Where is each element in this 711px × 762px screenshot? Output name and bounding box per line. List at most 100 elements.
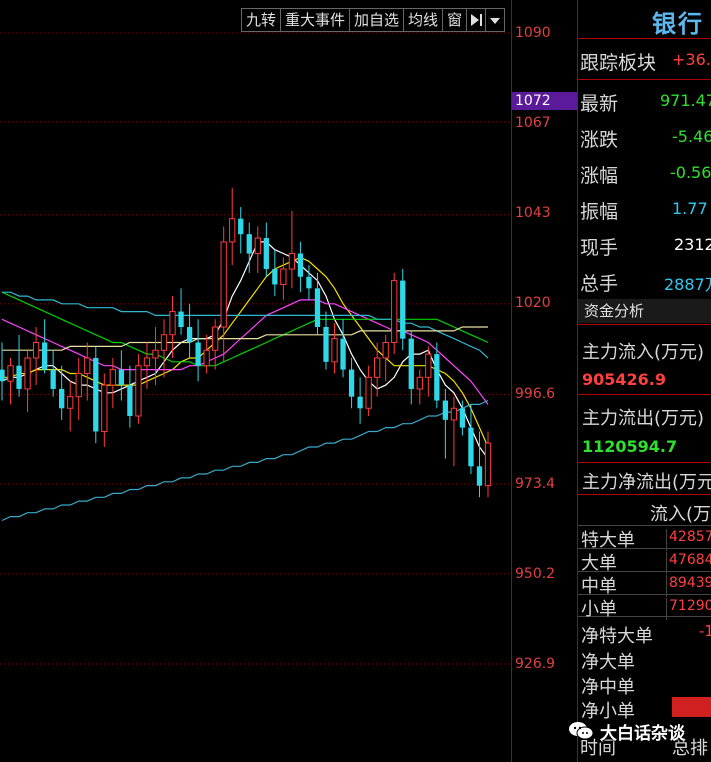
track-sector-row[interactable]: 跟踪板块 +36.3 xyxy=(580,48,711,78)
candle-body-down xyxy=(16,365,22,389)
quote-label: 涨跌 xyxy=(580,129,619,151)
axis-tick: 973.4 xyxy=(515,476,556,492)
candle-body-down xyxy=(323,327,329,362)
candle-body-down xyxy=(357,396,363,409)
quote-panel: 银行 跟踪板块 +36.3 最新 971.47 涨跌 -5.46 涨幅 -0.5… xyxy=(577,0,711,762)
quote-value: 2312 xyxy=(674,235,711,254)
quote-label: 总手 xyxy=(580,273,619,295)
flow-column-header: 流入(万 xyxy=(650,504,711,525)
caret-down-icon[interactable] xyxy=(485,8,506,32)
order-row: 大单 47684 xyxy=(578,548,711,574)
major-events-button[interactable]: 重大事件 xyxy=(280,8,351,32)
candle-body-down xyxy=(93,357,99,432)
quote-row-current-hand: 现手 2312 xyxy=(580,233,711,263)
candle-body-up xyxy=(109,369,116,386)
net-order-row: 净特大单 -1 xyxy=(581,622,711,648)
order-label: 小单 xyxy=(581,599,617,620)
candle-body-down xyxy=(118,369,125,386)
candle-body-down xyxy=(408,338,414,389)
divider xyxy=(578,494,711,495)
price-axis: 1090 1067 1043 1020 996.6 973.4 950.2 92… xyxy=(511,0,578,762)
candle-body-up xyxy=(365,376,372,409)
inflow-value: 905426.9 xyxy=(582,370,667,389)
quote-value: 971.47 xyxy=(660,91,711,110)
candle-body-up xyxy=(254,237,261,255)
divider xyxy=(578,462,711,463)
wechat-icon xyxy=(568,720,594,742)
candle-body-up xyxy=(67,396,74,409)
divider xyxy=(578,38,711,39)
divider xyxy=(578,394,711,395)
candle-body-up xyxy=(425,353,432,378)
candle-body-down xyxy=(0,369,5,382)
window-button[interactable]: 窗 xyxy=(442,8,468,32)
candle-body-down xyxy=(434,354,440,401)
candle-body-up xyxy=(229,218,236,243)
candle-body-up xyxy=(374,357,381,378)
candle-body-up xyxy=(143,357,151,367)
quote-row-change: 涨跌 -5.46 xyxy=(580,125,711,155)
candle-body-down xyxy=(127,385,133,417)
quote-value: -0.56 xyxy=(670,163,711,182)
net-order-row: 净中单 xyxy=(581,677,635,698)
ma-line-ma120 xyxy=(2,326,488,351)
candle-body-down xyxy=(272,268,278,285)
axis-tick: 950.2 xyxy=(515,566,556,582)
inflow-label: 主力流入(万元) xyxy=(582,342,705,363)
divider xyxy=(578,79,711,80)
candle-body-up xyxy=(484,442,492,487)
outflow-label: 主力流出(万元) xyxy=(582,408,705,429)
candle-body-down xyxy=(195,342,201,366)
quote-label: 现手 xyxy=(580,237,619,259)
quote-value: 2887万 xyxy=(664,275,711,294)
candle-body-down xyxy=(442,400,449,420)
candle-body-up xyxy=(203,349,210,367)
cursor-price-label: 1072 xyxy=(512,92,578,110)
net-outflow-label: 主力净流出(万元 xyxy=(582,472,711,493)
candle-body-up xyxy=(169,311,176,336)
quote-value: -5.46 xyxy=(672,127,711,146)
quote-row-pct: 涨幅 -0.56 xyxy=(580,161,711,191)
chart-canvas[interactable] xyxy=(0,0,512,762)
candle-body-down xyxy=(178,311,184,328)
quote-label: 振幅 xyxy=(580,201,619,223)
axis-tick: 1020 xyxy=(515,295,551,311)
candle-body-down xyxy=(263,238,269,269)
candle-body-down xyxy=(41,342,48,370)
divider xyxy=(578,324,711,325)
candle-body-down xyxy=(306,276,312,289)
play-right-icon[interactable] xyxy=(466,8,487,32)
candlestick-chart[interactable]: 九转 重大事件 加自选 均线 窗 xyxy=(0,0,512,762)
axis-tick: 1043 xyxy=(515,205,551,221)
net-small-order-bar xyxy=(672,697,711,717)
axis-tick: 996.6 xyxy=(515,386,556,402)
moving-average-button[interactable]: 均线 xyxy=(403,8,444,32)
candle-body-down xyxy=(314,288,321,328)
fund-analysis-tab[interactable]: 资金分析 xyxy=(578,299,711,323)
candle-body-down xyxy=(468,427,474,467)
quote-value: 1.77 xyxy=(672,199,708,218)
axis-tick: 926.9 xyxy=(515,656,556,672)
candle-body-up xyxy=(7,365,14,382)
quote-label: 最新 xyxy=(580,93,619,115)
candle-body-up xyxy=(84,357,91,374)
chart-toolbar: 九转 重大事件 加自选 均线 窗 xyxy=(241,8,506,32)
candle-body-up xyxy=(135,365,142,417)
quote-label: 涨幅 xyxy=(580,165,619,187)
candle-body-down xyxy=(476,466,483,486)
nine-turn-button[interactable]: 九转 xyxy=(241,8,282,32)
candle-body-down xyxy=(50,369,56,389)
candle-body-down xyxy=(186,327,193,343)
add-watchlist-button[interactable]: 加自选 xyxy=(349,8,405,32)
net-order-value: -1 xyxy=(699,622,711,640)
candle-body-up xyxy=(331,338,338,363)
candle-body-up xyxy=(288,253,296,270)
order-row: 中单 89439 xyxy=(578,571,711,597)
quote-row-latest: 最新 971.47 xyxy=(580,89,711,119)
candle-body-down xyxy=(340,338,346,370)
net-order-row: 净大单 xyxy=(581,652,635,673)
order-row: 小单 71290 xyxy=(578,594,711,620)
candle-body-up xyxy=(382,342,389,359)
candle-body-up xyxy=(220,241,227,328)
order-row: 特大单 42857 xyxy=(578,525,711,551)
